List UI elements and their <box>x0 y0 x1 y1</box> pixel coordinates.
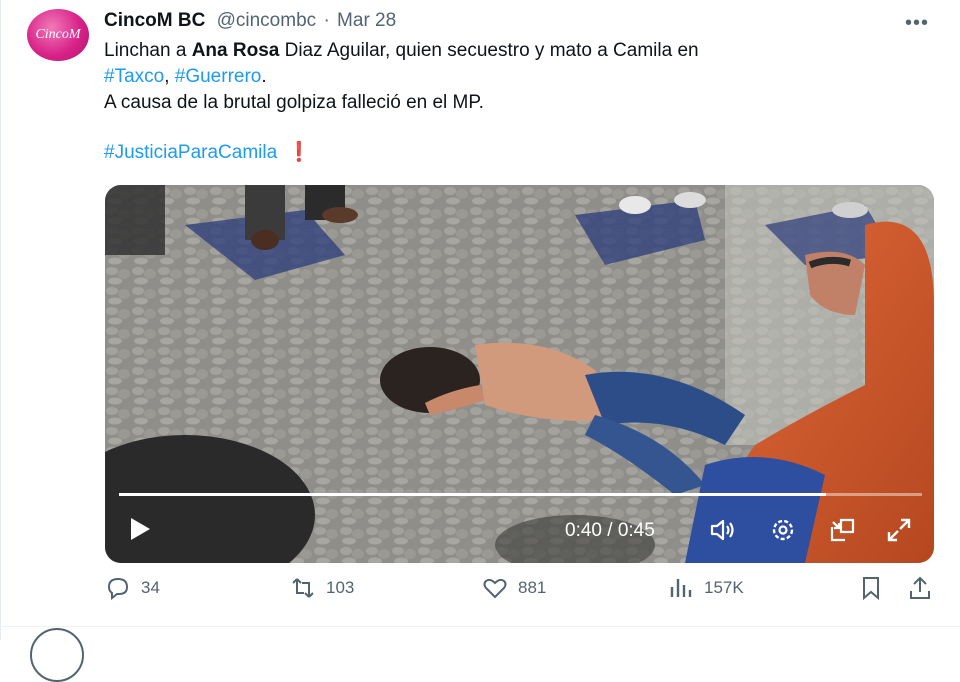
settings-icon[interactable] <box>769 516 797 544</box>
hashtag-justiciaparacamila[interactable]: #JusticiaParaCamila <box>104 142 277 163</box>
hashtag-guerrero[interactable]: #Guerrero <box>175 66 262 87</box>
hashtag-taxco[interactable]: #Taxco <box>104 66 164 87</box>
fullscreen-icon[interactable] <box>885 516 913 544</box>
text-fragment: Linchan a <box>104 40 192 61</box>
tweet-header: CincoM BC @cincombc · Mar 28 <box>104 10 396 32</box>
tweet-line-3: A causa de la brutal golpiza falleció en… <box>104 92 484 113</box>
meta-separator: · <box>323 10 330 31</box>
like-button[interactable]: 881 <box>482 575 546 601</box>
tweet-line-1: Linchan a Ana Rosa Diaz Aguilar, quien s… <box>104 38 924 64</box>
tweet-line-2: #Taxco, #Guerrero. <box>104 64 924 90</box>
more-options-icon[interactable]: ••• <box>905 12 929 35</box>
left-border <box>0 0 1 640</box>
tweet-text: Linchan a Ana Rosa Diaz Aguilar, quien s… <box>104 38 924 166</box>
share-button[interactable] <box>907 575 933 601</box>
avatar-logo-text: CincoM <box>35 27 81 42</box>
author-name[interactable]: CincoM BC <box>104 10 205 31</box>
repost-count: 103 <box>326 578 355 597</box>
text-fragment: . <box>261 66 267 87</box>
heart-icon <box>483 578 507 599</box>
pip-icon[interactable] <box>829 516 857 544</box>
views-count: 157K <box>704 578 744 597</box>
video-progress-bar[interactable] <box>119 493 922 496</box>
tweet-line-4: #JusticiaParaCamila ❗ <box>104 140 924 166</box>
play-icon[interactable] <box>129 517 151 541</box>
video-duration: 0:45 <box>617 520 655 541</box>
avatar[interactable]: CincoM <box>27 9 89 61</box>
tweet-date[interactable]: Mar 28 <box>337 10 396 31</box>
exclamation-emoji: ❗ <box>287 142 311 163</box>
video-controls: 0:40 / 0:45 <box>105 503 934 563</box>
text-bold-name: Ana Rosa <box>191 40 280 61</box>
video-time: 0:40 / 0:45 <box>565 520 655 542</box>
text-fragment: Diaz Aguilar, quien secuestro y mato a C… <box>279 40 699 61</box>
bookmark-icon <box>863 577 879 601</box>
next-tweet-avatar[interactable] <box>30 628 84 682</box>
like-count: 881 <box>518 578 547 597</box>
reply-button[interactable]: 34 <box>105 575 160 601</box>
share-icon <box>910 576 930 599</box>
repost-icon <box>292 578 314 598</box>
bookmark-button[interactable] <box>858 575 884 601</box>
views-chart-icon <box>670 579 692 597</box>
video-progress-fill <box>119 493 826 496</box>
reply-icon <box>107 577 129 601</box>
video-elapsed: 0:40 <box>565 520 602 541</box>
tweet-actions-bar: 34 103 881 157K <box>0 575 960 611</box>
divider <box>0 626 960 627</box>
views-button[interactable]: 157K <box>668 575 744 601</box>
repost-button[interactable]: 103 <box>290 575 354 601</box>
text-fragment: , <box>164 66 175 87</box>
volume-icon[interactable] <box>709 516 737 544</box>
video-player[interactable]: 0:40 / 0:45 <box>105 185 934 563</box>
reply-count: 34 <box>141 578 160 597</box>
video-time-sep: / <box>601 520 618 541</box>
author-handle[interactable]: @cincombc <box>217 10 317 31</box>
